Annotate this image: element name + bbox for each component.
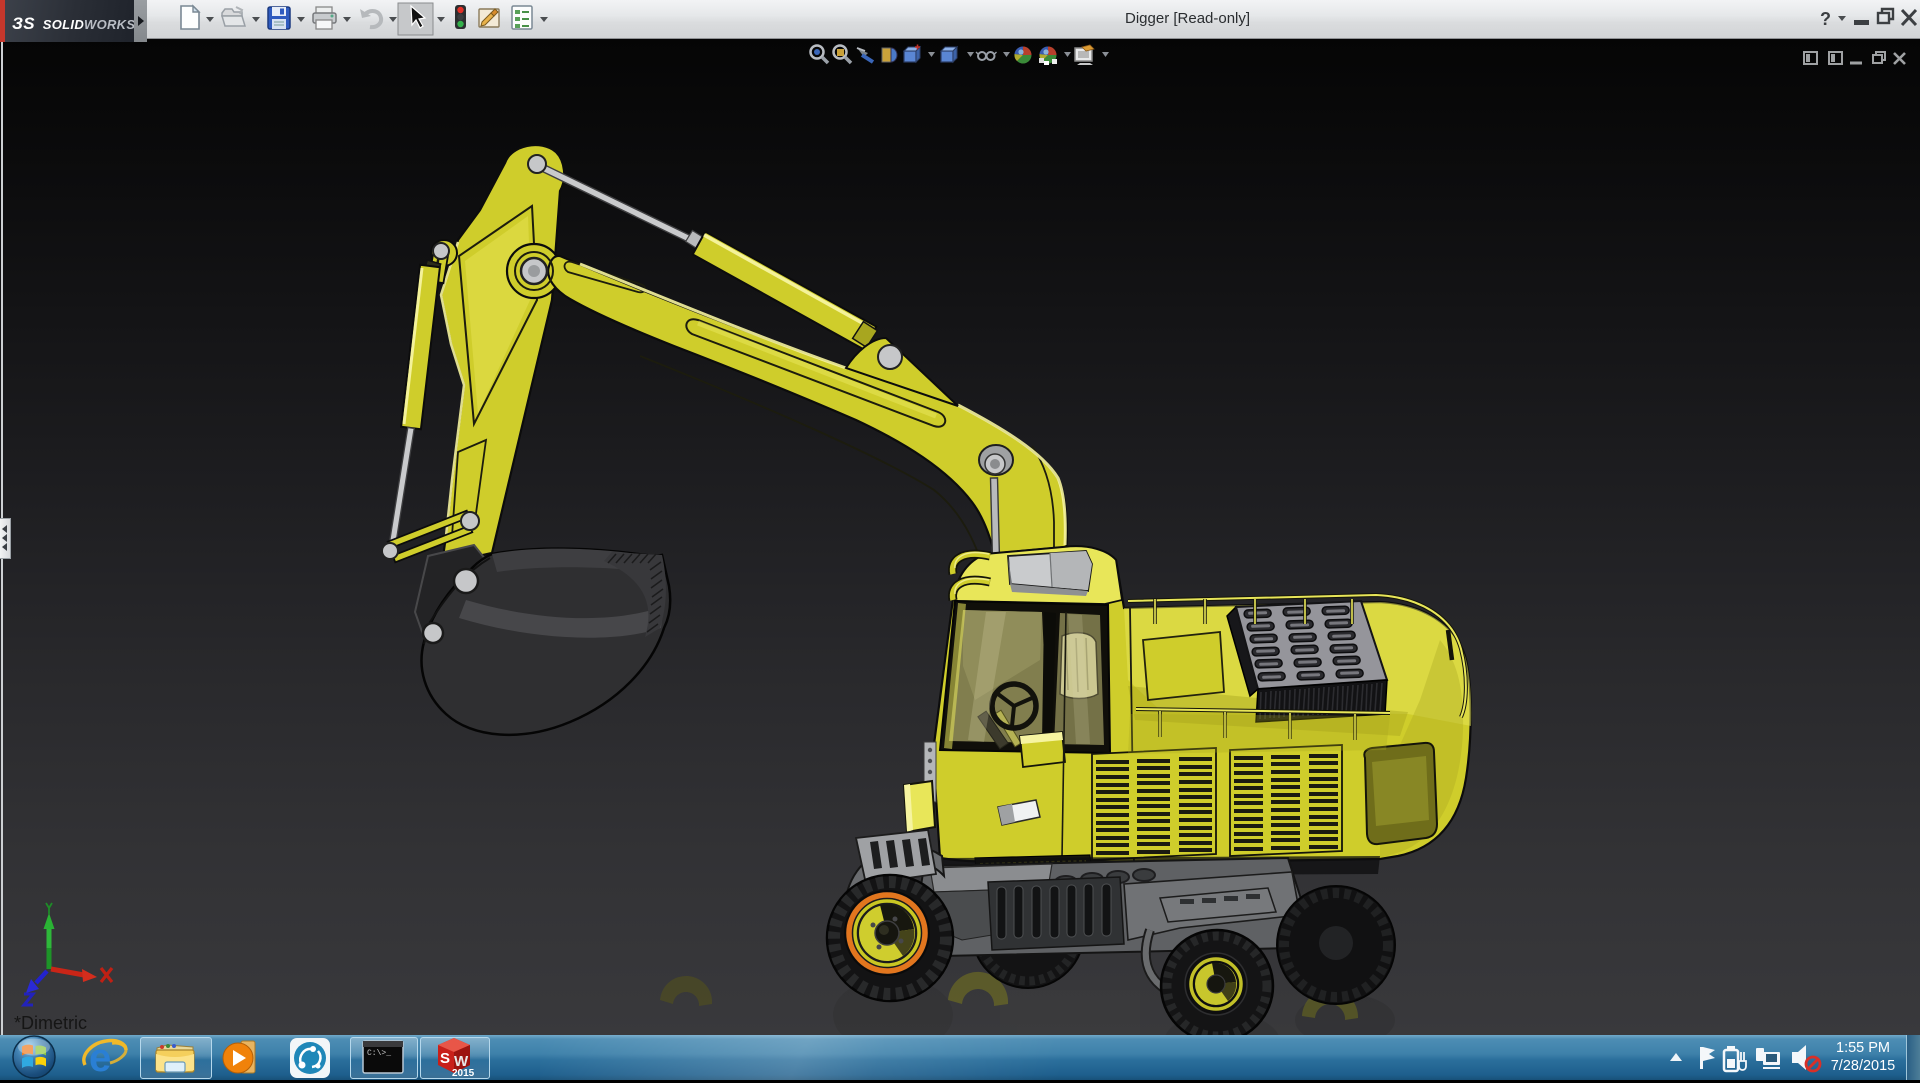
svg-text:S: S xyxy=(440,1050,450,1067)
svg-text:?: ? xyxy=(1820,9,1831,29)
svg-text:2015: 2015 xyxy=(452,1068,475,1079)
svg-text:C:\>_: C:\>_ xyxy=(367,1049,391,1058)
